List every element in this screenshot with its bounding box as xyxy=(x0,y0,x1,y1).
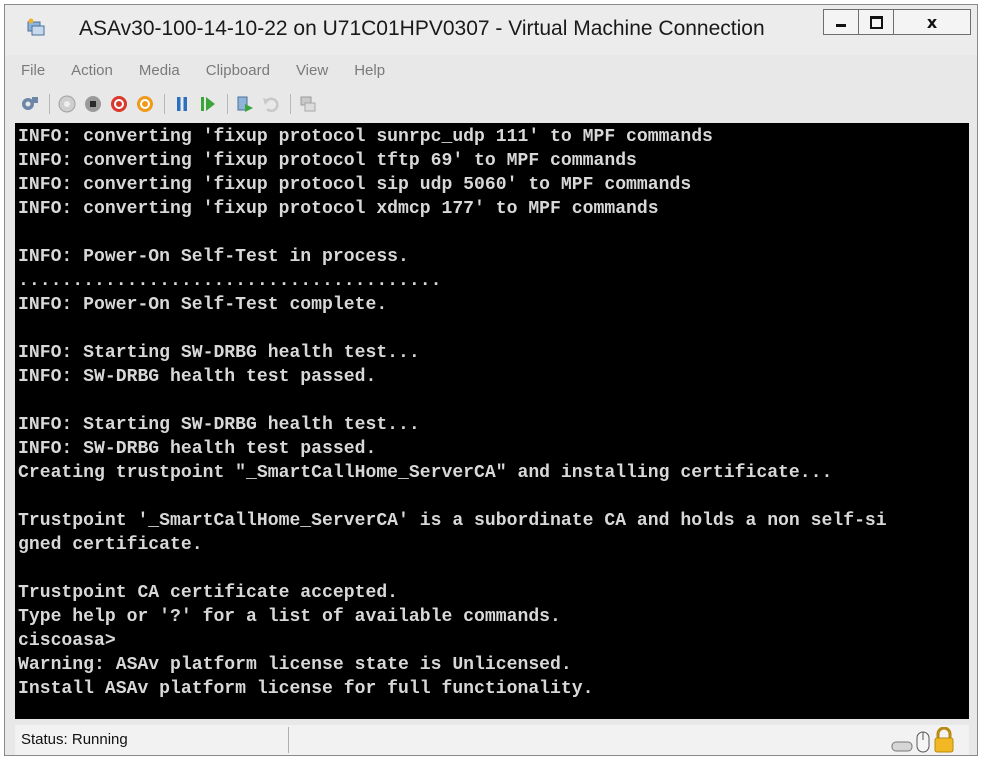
console-line: INFO: converting 'fixup protocol xdmcp 1… xyxy=(18,199,659,219)
minimize-button[interactable] xyxy=(823,9,859,35)
console-line: Trustpoint CA certificate accepted. xyxy=(18,583,399,603)
console-line: INFO: converting 'fixup protocol sunrpc_… xyxy=(18,127,713,147)
console-line: INFO: Power-On Self-Test in process. xyxy=(18,247,409,267)
console-line: ciscoasa> xyxy=(18,631,116,651)
console-line: INFO: Power-On Self-Test complete. xyxy=(18,295,388,315)
maximize-button[interactable] xyxy=(858,9,894,35)
turn-off-icon[interactable] xyxy=(82,93,104,115)
menu-help[interactable]: Help xyxy=(346,62,385,79)
toolbar-separator xyxy=(164,94,165,114)
minimize-icon xyxy=(836,23,846,27)
keyboard-icon xyxy=(891,739,913,758)
power-icon[interactable] xyxy=(134,93,156,115)
lock-icon xyxy=(933,726,955,758)
status-bar: Status: Running xyxy=(15,725,969,755)
toolbar xyxy=(19,91,969,117)
ctrl-alt-del-icon[interactable] xyxy=(19,93,41,115)
checkpoint-icon[interactable] xyxy=(234,93,256,115)
console-line: Creating trustpoint "_SmartCallHome_Serv… xyxy=(18,463,833,483)
toolbar-separator xyxy=(49,94,50,114)
menu-media[interactable]: Media xyxy=(131,62,180,79)
menu-bar: File Action Media Clipboard View Help xyxy=(13,57,971,83)
close-button[interactable]: x xyxy=(893,9,971,35)
title-bar[interactable]: ASAv30-100-14-10-22 on U71C01HPV0307 - V… xyxy=(5,5,977,55)
console-line: Warning: ASAv platform license state is … xyxy=(18,655,572,675)
console-line: ....................................... xyxy=(18,271,442,291)
close-icon: x xyxy=(926,12,938,32)
console-line: INFO: Starting SW-DRBG health test... xyxy=(18,343,420,363)
enhanced-session-icon[interactable] xyxy=(297,93,319,115)
console-line: Trustpoint '_SmartCallHome_ServerCA' is … xyxy=(18,511,887,531)
menu-clipboard[interactable]: Clipboard xyxy=(198,62,270,79)
console-line: Type help or '?' for a list of available… xyxy=(18,607,561,627)
revert-icon[interactable] xyxy=(260,93,282,115)
menu-file[interactable]: File xyxy=(13,62,45,79)
console-output: INFO: converting 'fixup protocol sunrpc_… xyxy=(15,123,969,701)
status-separator xyxy=(288,727,289,753)
pause-icon[interactable] xyxy=(171,93,193,115)
toolbar-separator xyxy=(290,94,291,114)
console-line: Install ASAv platform license for full f… xyxy=(18,679,594,699)
shutdown-icon[interactable] xyxy=(108,93,130,115)
maximize-icon xyxy=(869,15,883,29)
vm-console-screen[interactable]: INFO: converting 'fixup protocol sunrpc_… xyxy=(15,123,969,719)
toolbar-separator xyxy=(227,94,228,114)
console-line: INFO: converting 'fixup protocol sip udp… xyxy=(18,175,692,195)
console-line: INFO: converting 'fixup protocol tftp 69… xyxy=(18,151,637,171)
status-icons xyxy=(891,726,955,758)
start-icon[interactable] xyxy=(56,93,78,115)
mouse-icon xyxy=(916,731,930,758)
menu-view[interactable]: View xyxy=(288,62,328,79)
console-line: INFO: SW-DRBG health test passed. xyxy=(18,439,377,459)
console-line: INFO: Starting SW-DRBG health test... xyxy=(18,415,420,435)
vm-connection-window: ASAv30-100-14-10-22 on U71C01HPV0307 - V… xyxy=(4,4,978,756)
console-line: gned certificate. xyxy=(18,535,203,555)
console-line: INFO: SW-DRBG health test passed. xyxy=(18,367,377,387)
resume-icon[interactable] xyxy=(197,93,219,115)
status-text: Status: Running xyxy=(21,731,128,748)
vm-connection-icon xyxy=(25,17,47,39)
menu-action[interactable]: Action xyxy=(63,62,113,79)
window-title: ASAv30-100-14-10-22 on U71C01HPV0307 - V… xyxy=(79,17,765,40)
